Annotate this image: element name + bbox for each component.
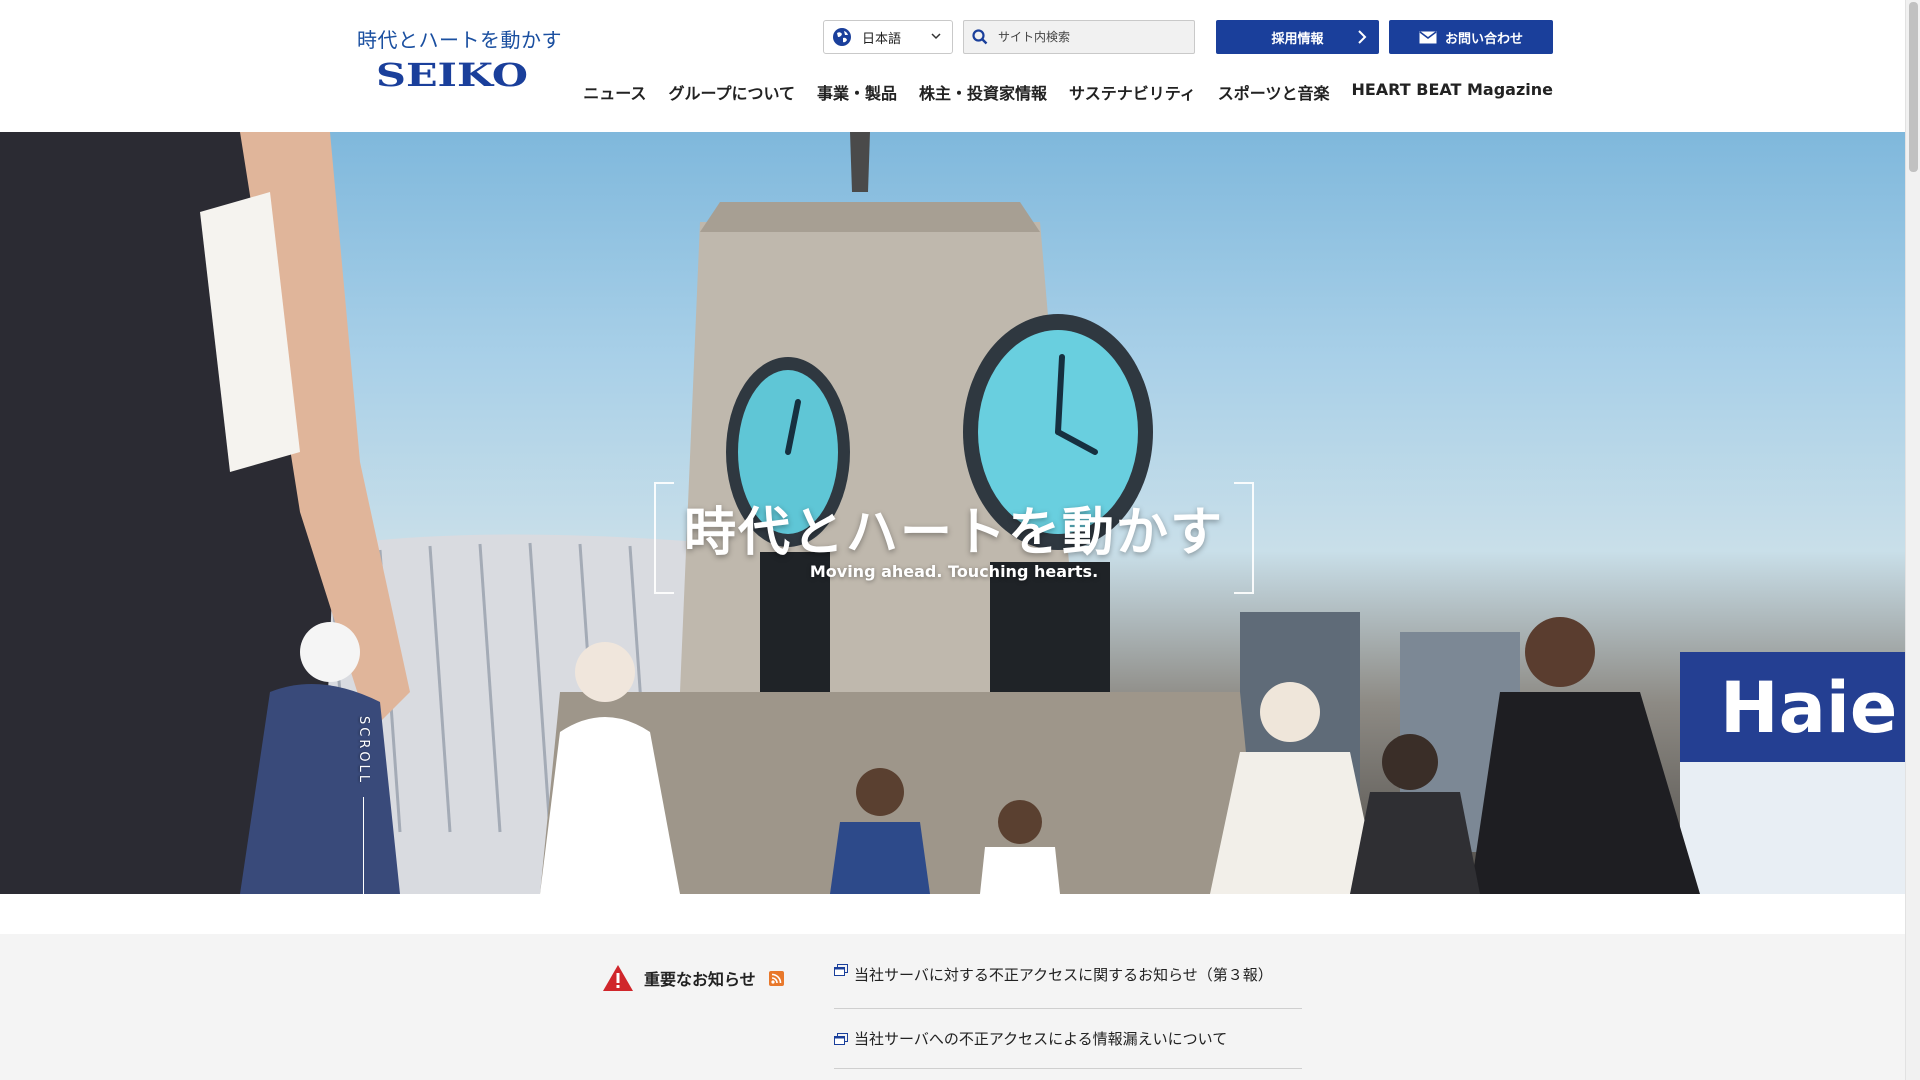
svg-text:Haie: Haie	[1720, 667, 1897, 749]
external-window-icon	[834, 1032, 848, 1045]
mail-icon	[1419, 30, 1437, 43]
search-input[interactable]	[998, 30, 1178, 44]
contact-button-label: お問い合わせ	[1444, 31, 1523, 47]
site-header: 時代とハートを動かす SEIKO 日本語 サイト内検索 採用情報 お問い合わせ …	[0, 0, 1905, 132]
hero-video: Haie 時代とハートを動かす Moving ahead. Touching h…	[0, 132, 1905, 894]
notice-list: 当社サーバに対する不正アクセスに関するお知らせ（第３報） 当社サーバへの不正アク…	[834, 964, 1302, 1069]
recruit-button[interactable]: 採用情報	[1216, 20, 1379, 54]
scroll-indicator-label: SCROLL	[356, 716, 371, 786]
external-window-icon	[834, 964, 848, 976]
notices-heading: 重要なお知らせ	[602, 964, 784, 992]
page: 時代とハートを動かす SEIKO 日本語 サイト内検索 採用情報 お問い合わせ …	[0, 0, 1920, 1080]
nav-item-investors[interactable]: 株主・投資家情報	[919, 80, 1047, 104]
scroll-indicator-line	[363, 797, 364, 894]
nav-item-news[interactable]: ニュース	[583, 80, 646, 104]
language-label: 日本語	[862, 31, 902, 47]
hero-heading-frame: 時代とハートを動かす Moving ahead. Touching hearts…	[654, 482, 1254, 594]
notices-title: 重要なお知らせ	[644, 970, 756, 989]
search-icon[interactable]	[972, 29, 988, 45]
nav-item-about-group[interactable]: グループについて	[668, 80, 795, 104]
nav-item-business[interactable]: 事業・製品	[817, 80, 897, 104]
nav-item-sustainability[interactable]: サステナビリティ	[1069, 80, 1196, 104]
rss-icon[interactable]	[768, 970, 784, 986]
brand-tagline: 時代とハートを動かす	[357, 28, 562, 52]
notice-item[interactable]: 当社サーバへの不正アクセスによる情報漏えいについて	[834, 1009, 1302, 1069]
seiko-logo: SEIKO	[376, 56, 549, 94]
notice-item-text: 当社サーバに対する不正アクセスに関するお知らせ（第３報）	[854, 966, 1273, 984]
nav-item-heart-beat[interactable]: HEART BEAT Magazine	[1351, 80, 1553, 104]
chevron-right-icon	[1358, 30, 1367, 44]
brand-link[interactable]: 時代とハートを動かす SEIKO	[357, 24, 562, 94]
notice-item[interactable]: 当社サーバに対する不正アクセスに関するお知らせ（第３報）	[834, 964, 1302, 1009]
scrollbar-thumb[interactable]	[1909, 2, 1918, 172]
seiko-logo-text: SEIKO	[376, 59, 528, 89]
contact-button[interactable]: お問い合わせ	[1389, 20, 1553, 54]
hero-title: 時代とハートを動かす	[683, 503, 1224, 563]
nav-item-sports-music[interactable]: スポーツと音楽	[1218, 80, 1330, 104]
notice-item-text: 当社サーバへの不正アクセスによる情報漏えいについて	[854, 1030, 1228, 1048]
hero-subtitle: Moving ahead. Touching hearts.	[809, 562, 1099, 581]
globe-icon	[833, 28, 851, 46]
important-notices: 重要なお知らせ 当社サーバに対する不正アクセスに関するお知らせ（第３報） 当社サ…	[0, 934, 1905, 1080]
chevron-down-icon	[931, 33, 941, 40]
language-select[interactable]: 日本語	[823, 20, 953, 54]
warning-icon	[603, 965, 633, 991]
global-nav: ニュース グループについて 事業・製品 株主・投資家情報 サステナビリティ スポ…	[561, 80, 1553, 104]
site-search	[963, 20, 1195, 54]
page-scrollbar[interactable]	[1905, 0, 1920, 1080]
recruit-button-label: 採用情報	[1271, 31, 1324, 47]
